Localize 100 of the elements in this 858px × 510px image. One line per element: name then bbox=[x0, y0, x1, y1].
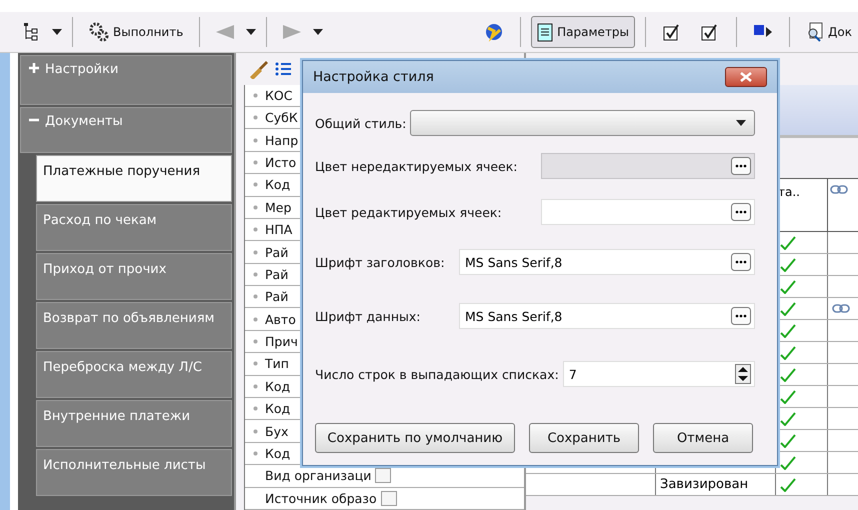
field-label: Шрифт заголовков: bbox=[315, 254, 446, 270]
list-icon bbox=[274, 60, 292, 78]
field-name: НПА bbox=[265, 222, 292, 238]
caret-icon bbox=[736, 120, 746, 126]
notepad-icon bbox=[537, 22, 554, 42]
field-name: Код bbox=[265, 177, 290, 192]
field-label: Шрифт данных: bbox=[315, 308, 422, 324]
check-icon bbox=[780, 412, 796, 426]
bullet-icon bbox=[252, 294, 258, 300]
check-icon bbox=[780, 324, 796, 338]
ellipsis-button[interactable] bbox=[731, 203, 751, 221]
check-icon bbox=[780, 434, 796, 448]
execute-button[interactable]: Выполнить bbox=[83, 16, 190, 48]
field-name: СубК bbox=[265, 110, 298, 126]
check-icon bbox=[780, 368, 796, 382]
field-label: Общий стиль: bbox=[315, 116, 406, 130]
bullet-icon bbox=[252, 428, 258, 434]
bullet-icon bbox=[252, 384, 258, 389]
chain-link-icon bbox=[832, 304, 850, 313]
gears-icon bbox=[89, 22, 109, 42]
field-name: Исто bbox=[265, 154, 296, 170]
left-arrow-icon bbox=[216, 25, 234, 39]
check-icon bbox=[780, 478, 796, 492]
close-icon bbox=[740, 72, 752, 82]
field-name: Вид организаци bbox=[265, 468, 372, 484]
bullet-icon bbox=[252, 316, 258, 322]
field-name: Прич bbox=[265, 334, 298, 350]
check-icon bbox=[780, 280, 796, 294]
sidebar-item[interactable]: Внутренние платежи bbox=[36, 400, 232, 447]
tree-icon bbox=[24, 23, 40, 41]
sidebar-item[interactable]: Возврат по объявлениям bbox=[36, 302, 232, 349]
sidebar-group-header[interactable]: Настройки bbox=[20, 55, 232, 105]
checkbox[interactable] bbox=[380, 490, 397, 506]
caret-icon bbox=[246, 29, 256, 35]
caret-icon bbox=[52, 29, 62, 35]
check-icon bbox=[780, 346, 796, 360]
field-name: Источник образо bbox=[265, 490, 377, 506]
sidebar-item[interactable]: Исполнительные листы bbox=[36, 449, 232, 496]
bullet-icon bbox=[252, 115, 258, 120]
globe-icon bbox=[484, 22, 504, 42]
magnifier-document-icon bbox=[806, 22, 824, 42]
field-label: Цвет нередактируемых ячеек: bbox=[315, 158, 519, 174]
font-field[interactable]: MS Sans Serif,8 bbox=[459, 303, 755, 329]
field-name: Код bbox=[265, 446, 290, 462]
field-name: Авто bbox=[265, 312, 296, 327]
check-icon bbox=[780, 258, 796, 272]
status-text: Завизирован bbox=[660, 477, 748, 492]
dialog-button[interactable]: Сохранить по умолчанию bbox=[315, 423, 515, 453]
documents-button[interactable]: Док bbox=[800, 16, 858, 48]
sidebar-item[interactable]: Переброска между Л/С bbox=[36, 351, 232, 398]
bullet-icon bbox=[252, 406, 258, 412]
field-name: Мер bbox=[265, 200, 292, 215]
spin-arrows-icon[interactable] bbox=[735, 364, 751, 384]
ellipsis-button[interactable] bbox=[731, 307, 751, 325]
check-icon bbox=[780, 236, 796, 250]
check-icon bbox=[780, 390, 796, 404]
parameters-button[interactable]: Параметры bbox=[531, 16, 636, 48]
field-label: Цвет редактируемых ячеек: bbox=[315, 204, 503, 220]
bullet-icon bbox=[252, 227, 258, 232]
ellipsis-button[interactable] bbox=[731, 253, 751, 271]
font-field[interactable]: MS Sans Serif,8 bbox=[459, 249, 755, 275]
field-name: Рай bbox=[265, 244, 288, 260]
number-spin-field[interactable]: 7 bbox=[562, 361, 755, 387]
brush-icon bbox=[248, 58, 270, 79]
bullet-icon bbox=[252, 204, 258, 210]
field-name: Рай bbox=[265, 289, 288, 304]
bullet-icon bbox=[252, 339, 258, 344]
bullet-icon bbox=[252, 361, 258, 366]
field-name: Рай bbox=[265, 266, 288, 282]
dialog-button[interactable]: Сохранить bbox=[529, 423, 639, 453]
sidebar-item[interactable]: Платежные поручения bbox=[36, 155, 232, 202]
close-button[interactable] bbox=[725, 67, 767, 87]
field-label: Число строк в выпадающих списках: bbox=[315, 366, 559, 382]
sidebar-item[interactable]: Приход от прочих bbox=[36, 253, 232, 300]
field-name: Код bbox=[265, 401, 290, 416]
sidebar-item[interactable]: Расход по чекам bbox=[36, 204, 232, 251]
field-name: КОС bbox=[265, 88, 292, 103]
bullet-icon bbox=[252, 272, 258, 277]
bullet-icon bbox=[252, 182, 258, 188]
chain-link-icon bbox=[830, 185, 848, 194]
plus-icon bbox=[29, 63, 39, 73]
sidebar-group-header[interactable]: Документы bbox=[20, 107, 232, 153]
caret-icon bbox=[313, 29, 324, 35]
check-icon bbox=[780, 456, 796, 470]
check-icon bbox=[780, 302, 796, 316]
color-field[interactable] bbox=[541, 199, 755, 225]
bullet-icon bbox=[252, 250, 258, 254]
field-name: Бух bbox=[265, 424, 288, 439]
field-name: Напр bbox=[265, 132, 298, 148]
bullet-icon bbox=[252, 451, 258, 456]
field-name: Тип bbox=[265, 356, 289, 372]
dialog-button[interactable]: Отмена bbox=[653, 423, 753, 453]
style-dropdown[interactable] bbox=[410, 110, 755, 136]
checkbox[interactable] bbox=[375, 468, 392, 484]
bullet-icon bbox=[252, 92, 258, 98]
dialog-title: Настройка стиля bbox=[313, 69, 434, 85]
bullet-icon bbox=[252, 138, 258, 143]
field-name: Код bbox=[265, 378, 290, 394]
right-arrow-icon bbox=[283, 25, 302, 39]
bullet-icon bbox=[252, 160, 258, 165]
